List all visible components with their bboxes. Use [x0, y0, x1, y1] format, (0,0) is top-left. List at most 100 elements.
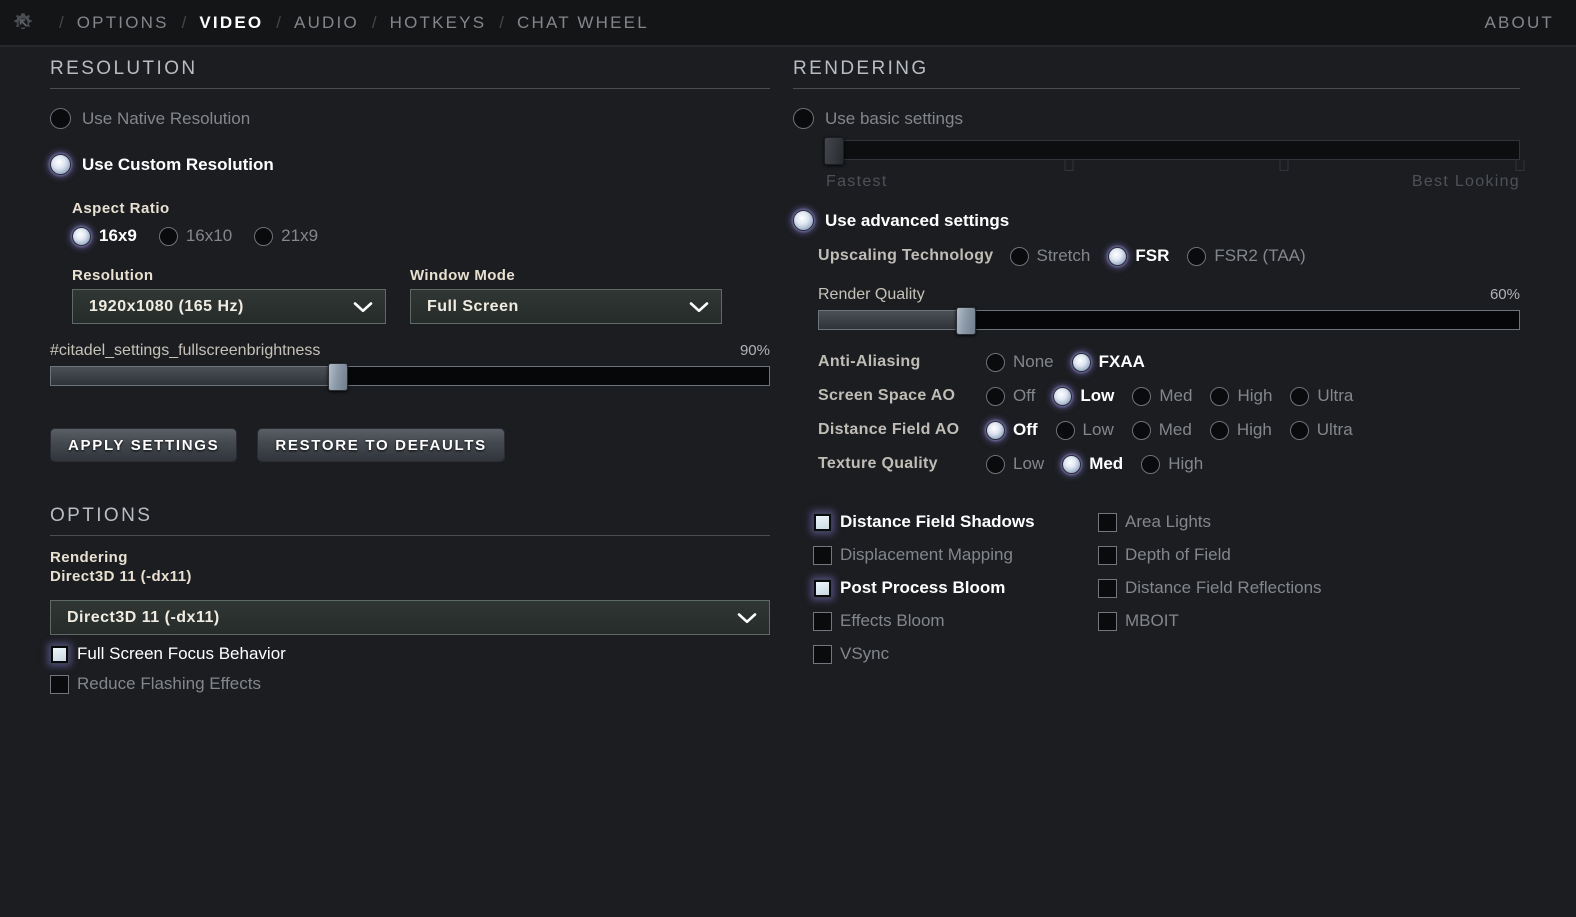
- ssao-option-med[interactable]: Med: [1159, 386, 1192, 406]
- resolution-select[interactable]: 1920x1080 (165 Hz): [72, 289, 386, 324]
- tab-options[interactable]: OPTIONS: [77, 13, 169, 33]
- radio-icon[interactable]: [986, 454, 1005, 474]
- depth-of-field-checkbox-row[interactable]: Depth of Field: [1098, 545, 1428, 565]
- checkbox-icon[interactable]: [50, 674, 69, 694]
- checkbox-icon[interactable]: [50, 644, 69, 664]
- radio-icon[interactable]: [1108, 246, 1128, 266]
- post-process-bloom-checkbox-row[interactable]: Post Process Bloom: [813, 578, 1098, 598]
- checkbox-icon[interactable]: [813, 578, 832, 598]
- dfao-option-high[interactable]: High: [1237, 420, 1272, 440]
- checkbox-icon[interactable]: [1098, 512, 1117, 532]
- dfao-option-off[interactable]: Off: [1013, 420, 1038, 440]
- tab-video[interactable]: VIDEO: [199, 13, 263, 33]
- texture-option-med[interactable]: Med: [1089, 454, 1123, 474]
- use-advanced-settings-option[interactable]: Use advanced settings: [793, 210, 1520, 231]
- radio-icon[interactable]: [50, 108, 71, 129]
- restore-to-defaults-button[interactable]: RESTORE TO DEFAULTS: [257, 428, 505, 462]
- render-quality-slider-track[interactable]: [818, 307, 1520, 335]
- gear-cursor-icon[interactable]: [0, 0, 46, 45]
- dfao-option-ultra[interactable]: Ultra: [1317, 420, 1353, 440]
- radio-icon[interactable]: [72, 226, 91, 246]
- checkbox-label: Distance Field Shadows: [840, 512, 1035, 531]
- checkbox-icon[interactable]: [813, 512, 832, 532]
- dfao-option-med[interactable]: Med: [1159, 420, 1192, 440]
- texture-option-high[interactable]: High: [1168, 454, 1203, 474]
- radio-icon[interactable]: [1053, 386, 1073, 406]
- aspect-option-21x9[interactable]: 21x9: [281, 226, 318, 246]
- tab-audio[interactable]: AUDIO: [294, 13, 359, 33]
- reduce-flashing-effects-checkbox-row[interactable]: Reduce Flashing Effects: [50, 674, 770, 694]
- checkbox-icon[interactable]: [1098, 611, 1117, 631]
- aspect-option-16x10[interactable]: 16x10: [186, 226, 232, 246]
- radio-icon[interactable]: [793, 108, 814, 129]
- use-custom-resolution-option[interactable]: Use Custom Resolution: [50, 154, 770, 175]
- distance-field-reflections-checkbox-row[interactable]: Distance Field Reflections: [1098, 578, 1428, 598]
- area-lights-checkbox-row[interactable]: Area Lights: [1098, 512, 1428, 532]
- radio-icon[interactable]: [254, 226, 274, 246]
- checkbox-label: VSync: [840, 644, 890, 663]
- aspect-option-16x9[interactable]: 16x9: [99, 226, 137, 246]
- checkbox-icon[interactable]: [813, 644, 832, 664]
- radio-icon[interactable]: [1132, 386, 1152, 406]
- vsync-checkbox-row[interactable]: VSync: [813, 644, 1098, 664]
- tab-separator: /: [181, 12, 187, 32]
- use-native-resolution-option[interactable]: Use Native Resolution: [50, 108, 770, 129]
- radio-icon[interactable]: [50, 154, 71, 175]
- radio-icon[interactable]: [1209, 420, 1229, 440]
- radio-icon[interactable]: [986, 352, 1005, 372]
- mboit-checkbox-row[interactable]: MBOIT: [1098, 611, 1428, 631]
- radio-icon[interactable]: [1062, 454, 1082, 474]
- screen-space-ao-label: Screen Space AO: [818, 387, 956, 404]
- ssao-option-ultra[interactable]: Ultra: [1317, 386, 1353, 406]
- tab-about[interactable]: ABOUT: [1484, 13, 1554, 33]
- radio-icon[interactable]: [1141, 454, 1161, 474]
- checkbox-icon[interactable]: [1098, 578, 1117, 598]
- distance-field-ao-row: Distance Field AO Off Low Med High Ultra: [818, 420, 1520, 440]
- texture-option-low[interactable]: Low: [1013, 454, 1044, 474]
- effects-bloom-checkbox-row[interactable]: Effects Bloom: [813, 611, 1098, 631]
- upscaling-option-fsr2[interactable]: FSR2 (TAA): [1214, 246, 1305, 266]
- radio-icon[interactable]: [1187, 246, 1207, 266]
- section-divider: [50, 535, 770, 536]
- apply-settings-button[interactable]: APPLY SETTINGS: [50, 428, 238, 462]
- tab-chat-wheel[interactable]: CHAT WHEEL: [517, 13, 649, 33]
- upscaling-option-fsr[interactable]: FSR: [1135, 246, 1169, 266]
- radio-icon[interactable]: [986, 386, 1005, 406]
- aa-option-none[interactable]: None: [1013, 352, 1054, 372]
- render-quality-slider-handle[interactable]: [956, 307, 976, 335]
- radio-icon[interactable]: [1071, 352, 1091, 372]
- ssao-option-off[interactable]: Off: [1013, 386, 1035, 406]
- radio-icon[interactable]: [1055, 420, 1075, 440]
- dfao-option-low[interactable]: Low: [1083, 420, 1114, 440]
- distance-field-shadows-checkbox-row[interactable]: Distance Field Shadows: [813, 512, 1098, 532]
- brightness-slider-track[interactable]: [50, 363, 770, 391]
- upscaling-option-stretch[interactable]: Stretch: [1037, 246, 1091, 266]
- radio-icon[interactable]: [158, 226, 178, 246]
- radio-icon[interactable]: [1009, 246, 1029, 266]
- radio-icon[interactable]: [793, 210, 814, 231]
- use-basic-settings-option[interactable]: Use basic settings: [793, 108, 1520, 129]
- options-section: OPTIONS Rendering Direct3D 11 (-dx11) Di…: [50, 505, 770, 694]
- radio-icon[interactable]: [1290, 386, 1310, 406]
- checkbox-icon[interactable]: [1098, 545, 1117, 565]
- checkbox-icon[interactable]: [813, 545, 832, 565]
- radio-icon[interactable]: [1210, 386, 1230, 406]
- window-mode-select[interactable]: Full Screen: [410, 289, 722, 324]
- radio-icon[interactable]: [986, 420, 1005, 440]
- basic-quality-slider-track[interactable]: [823, 137, 1520, 165]
- brightness-slider-handle[interactable]: [328, 363, 349, 391]
- rendering-api-label: Rendering: [50, 549, 128, 566]
- radio-icon[interactable]: [1289, 420, 1309, 440]
- displacement-mapping-checkbox-row[interactable]: Displacement Mapping: [813, 545, 1098, 565]
- ssao-option-high[interactable]: High: [1237, 386, 1272, 406]
- tab-hotkeys[interactable]: HOTKEYS: [390, 13, 487, 33]
- aa-option-fxaa[interactable]: FXAA: [1099, 352, 1145, 372]
- distance-field-ao-label: Distance Field AO: [818, 421, 960, 438]
- rendering-api-select[interactable]: Direct3D 11 (-dx11): [50, 600, 770, 635]
- option-label: Use basic settings: [825, 108, 963, 128]
- full-screen-focus-behavior-checkbox-row[interactable]: Full Screen Focus Behavior: [50, 644, 770, 664]
- radio-icon[interactable]: [1131, 420, 1151, 440]
- checkbox-icon[interactable]: [813, 611, 832, 631]
- rendering-api-select-value: Direct3D 11 (-dx11): [67, 608, 220, 626]
- ssao-option-low[interactable]: Low: [1080, 386, 1114, 406]
